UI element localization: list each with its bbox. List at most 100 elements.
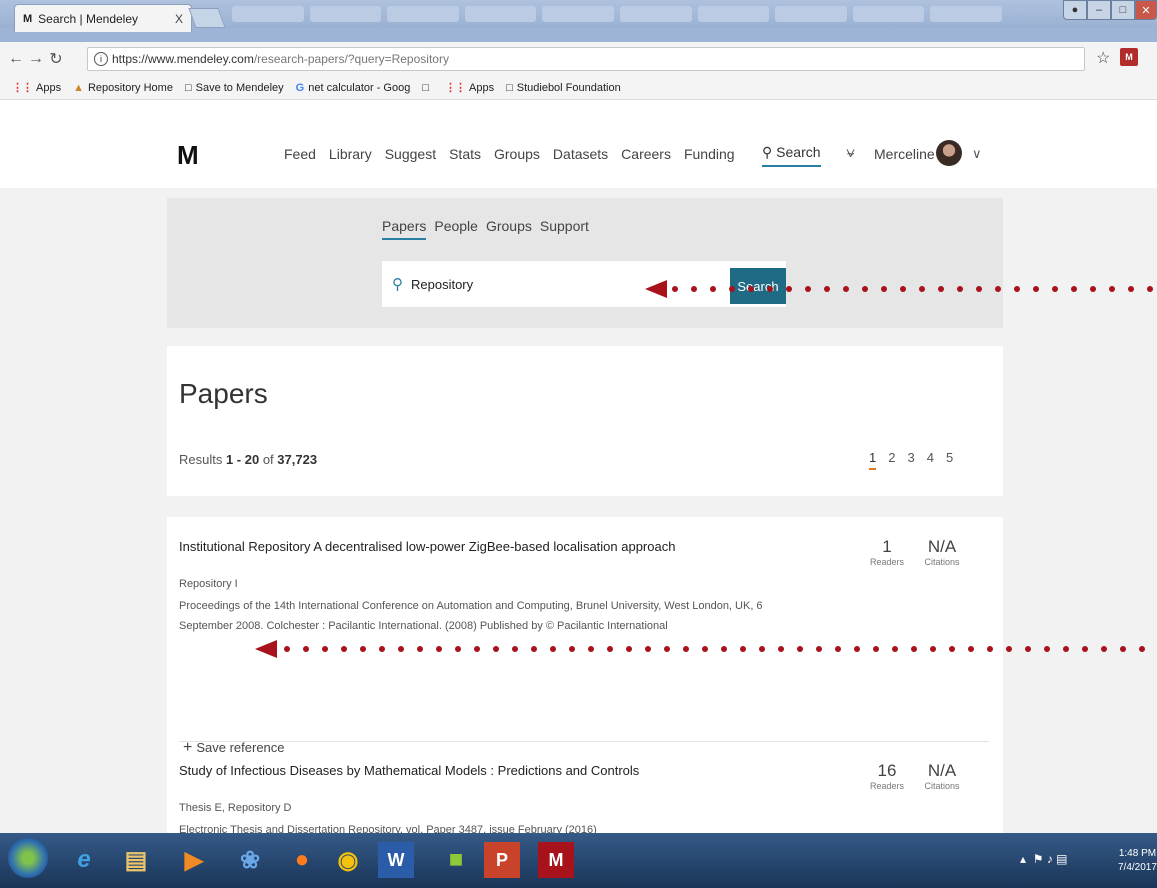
blurred-tab[interactable] [775,6,847,22]
blurred-tab[interactable] [619,6,692,22]
info-icon[interactable]: i [94,52,108,66]
bell-icon[interactable]: ⍱ [846,144,855,161]
annotation-dot [976,286,982,292]
word-icon[interactable]: W [378,842,414,878]
annotation-dot [691,286,697,292]
tab-support[interactable]: Support [540,218,589,240]
page-1[interactable]: 1 [869,450,877,470]
annotation-dot [672,286,678,292]
results-list: Institutional Repository A decentralised… [167,517,1003,833]
nav-feed[interactable]: Feed [284,146,316,162]
media-player-icon[interactable]: ▶ [172,838,216,882]
annotation-dot [303,646,309,652]
blurred-tab[interactable] [542,6,614,22]
clock[interactable]: 1:48 PM 7/4/2017 [1118,847,1157,875]
bookmark-apps[interactable]: ⋮⋮ Apps [12,81,61,95]
browser-tab[interactable]: M Search | Mendeley X [14,4,192,32]
bookmark-label: net calculator - Goog [308,81,411,94]
powerpoint-icon[interactable]: P [484,842,520,878]
stickynotes-icon[interactable]: ■ [434,838,478,882]
internet-explorer-icon[interactable]: e [62,838,106,882]
tab-papers[interactable]: Papers [382,218,427,240]
address-bar[interactable]: i https://www.mendeley.com/research-pape… [87,47,1085,71]
annotation-dot [1120,646,1126,652]
annotation-dot [911,646,917,652]
avatar[interactable] [936,140,962,166]
search-field[interactable]: ⚲ [382,261,786,307]
annotation-dot [455,646,461,652]
mendeley-tab-icon: M [23,12,33,25]
nav-datasets[interactable]: Datasets [553,146,608,162]
annotation-dot [588,646,594,652]
mendeley-extension-icon[interactable]: M [1120,48,1138,66]
annotation-dot [1139,646,1145,652]
blurred-tab[interactable] [464,6,537,22]
apps-grid-icon: ⋮⋮ [445,82,466,94]
nav-careers[interactable]: Careers [621,146,671,162]
minimize-button[interactable]: – [1087,0,1111,20]
page-5[interactable]: 5 [946,450,953,470]
close-window-button[interactable]: ✕ [1135,0,1157,20]
blurred-tab[interactable] [387,6,459,22]
tab-groups[interactable]: Groups [486,218,532,240]
network-icon[interactable]: ▤ [1056,852,1067,866]
blurred-tab[interactable] [309,6,382,22]
pagination: 1 2 3 4 5 [869,450,953,470]
bookmark-studiebol[interactable]: □ Studiebol Foundation [506,82,621,94]
forward-icon[interactable]: → [26,50,46,68]
bookmark-star-icon[interactable]: ☆ [1096,48,1110,68]
bookmark-blank[interactable]: □ [422,82,433,94]
nav-library[interactable]: Library [329,146,372,162]
tab-people[interactable]: People [434,218,478,240]
search-icon: ⚲ [392,276,403,293]
tray-expand-icon[interactable]: ▴ [1020,852,1026,866]
annotation-dot [626,646,632,652]
user-name[interactable]: Merceline [874,146,935,162]
annotation-arrow-icon [255,640,277,658]
blurred-tab[interactable] [930,6,1002,22]
blurred-tab[interactable] [852,6,925,22]
flag-icon[interactable]: ⚑ [1033,852,1044,866]
start-button[interactable] [8,838,48,878]
annotation-dot [474,646,480,652]
blurred-tab[interactable] [232,6,304,22]
address-row: ← → ↻ i https://www.mendeley.com/researc… [0,42,1157,76]
nav-search[interactable]: ⚲ Search [762,144,821,167]
annotation-dot [740,646,746,652]
skype-like-icon[interactable]: ❀ [228,838,272,882]
chevron-down-icon[interactable]: ∨ [972,146,982,162]
bookmark-repository-home[interactable]: ▲ Repository Home [73,82,173,94]
reload-icon[interactable]: ↻ [46,49,66,69]
nav-groups[interactable]: Groups [494,146,540,162]
page-4[interactable]: 4 [927,450,934,470]
nav-stats[interactable]: Stats [449,146,481,162]
mendeley-logo[interactable]: M [177,140,199,171]
page-2[interactable]: 2 [888,450,895,470]
annotation-dot [1014,286,1020,292]
page-3[interactable]: 3 [907,450,914,470]
profile-icon[interactable]: ● [1063,0,1087,20]
firefox-icon[interactable]: ● [280,838,324,882]
volume-icon[interactable]: ♪ [1047,852,1053,866]
annotation-dot [900,286,906,292]
nav-funding[interactable]: Funding [684,146,735,162]
blurred-tab[interactable] [697,6,770,22]
chrome-icon[interactable]: ◉ [326,838,370,882]
maximize-button[interactable]: □ [1111,0,1135,20]
readers-label: Readers [869,557,905,567]
tab-close-icon[interactable]: X [175,12,183,26]
site-header: M Feed Library Suggest Stats Groups Data… [0,100,1157,188]
annotation-dot [360,646,366,652]
mendeley-desktop-icon[interactable]: M [538,842,574,878]
back-icon[interactable]: ← [6,50,26,68]
bookmark-net-calculator[interactable]: Gnet calculator - Goog [296,82,411,94]
bookmark-save-to-mendeley[interactable]: □ Save to Mendeley [185,82,284,94]
bookmark-apps-2[interactable]: ⋮⋮ Apps [445,81,494,95]
annotation-dot [805,286,811,292]
folder-icon[interactable]: ▤ [114,838,158,882]
annotation-dot [729,286,735,292]
nav-suggest[interactable]: Suggest [385,146,436,162]
annotation-dot [1109,286,1115,292]
annotation-dot [995,286,1001,292]
url-path: /research-papers/?query=Repository [253,52,449,66]
